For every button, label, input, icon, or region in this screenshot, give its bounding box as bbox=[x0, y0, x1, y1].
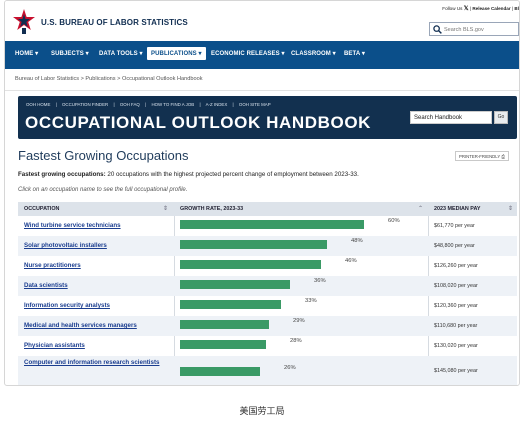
table-row: Medical and health services managers 29% $… bbox=[18, 316, 517, 336]
a-z-index-link[interactable]: A-Z INDEX bbox=[206, 102, 228, 107]
occupation-link[interactable]: Information security analysts bbox=[24, 302, 170, 310]
growth-percent: 29% bbox=[293, 318, 305, 324]
median-pay: $108,020 per year bbox=[434, 283, 478, 289]
ooh-home-link[interactable]: OOH HOME bbox=[26, 102, 50, 107]
growth-bar bbox=[180, 220, 364, 229]
image-caption: 美国劳工局 bbox=[239, 406, 285, 416]
occupation-link[interactable]: Physician assistants bbox=[24, 342, 170, 350]
ooh-subnav: OOH HOME | OCCUPATION FINDER | OOH FAQ |… bbox=[26, 102, 271, 107]
table-row: Physician assistants 28% $130,020 per year bbox=[18, 336, 517, 356]
x-icon[interactable]: 𝕏 bbox=[464, 6, 469, 12]
growth-bar bbox=[180, 320, 269, 329]
nav-economic-releases[interactable]: ECONOMIC RELEASES ▾ bbox=[211, 50, 285, 57]
page-title: Fastest Growing Occupations bbox=[18, 148, 189, 163]
nav-publications[interactable]: PUBLICATIONS ▾ bbox=[147, 47, 206, 60]
occupation-link[interactable]: Computer and information research scient… bbox=[24, 359, 170, 367]
table-row: Solar photovoltaic installers 48% $48,800 … bbox=[18, 236, 517, 256]
growth-bar bbox=[180, 340, 266, 349]
printer-friendly-label: PRINTER-FRIENDLY bbox=[459, 154, 501, 159]
ooh-faq-link[interactable]: OOH FAQ bbox=[120, 102, 140, 107]
summary-text: 20 occupations with the highest projecte… bbox=[105, 171, 359, 178]
occupation-link[interactable]: Solar photovoltaic installers bbox=[24, 242, 170, 250]
nav-subjects[interactable]: SUBJECTS ▾ bbox=[51, 50, 89, 57]
growth-bar bbox=[180, 240, 327, 249]
table-row: Information security analysts 33% $120,360… bbox=[18, 296, 517, 316]
occupation-finder-link[interactable]: OCCUPATION FINDER bbox=[62, 102, 108, 107]
ooh-site-map-link[interactable]: OOH SITE MAP bbox=[239, 102, 271, 107]
occupation-link[interactable]: Data scientists bbox=[24, 282, 170, 290]
divider bbox=[5, 90, 519, 91]
growth-bar bbox=[180, 300, 281, 309]
median-pay: $110,680 per year bbox=[434, 323, 478, 329]
page-summary: Fastest growing occupations: 20 occupati… bbox=[18, 171, 359, 178]
utility-links: Follow Us 𝕏 | Release Calendar | Bl bbox=[442, 6, 519, 12]
site-search[interactable] bbox=[429, 22, 519, 36]
main-nav: HOME ▾ SUBJECTS ▾ DATA TOOLS ▾ PUBLICATI… bbox=[5, 41, 519, 69]
ooh-title[interactable]: OCCUPATIONAL OUTLOOK HANDBOOK bbox=[25, 113, 371, 133]
table-row: Data scientists 36% $108,020 per year bbox=[18, 276, 517, 296]
growth-percent: 48% bbox=[351, 238, 363, 244]
table-header: OCCUPATION ⇕ GROWTH RATE, 2023-33 ⌃ 2023… bbox=[18, 202, 517, 216]
nav-home[interactable]: HOME ▾ bbox=[15, 50, 38, 57]
occupation-link[interactable]: Nurse practitioners bbox=[24, 262, 170, 270]
table-row: Nurse practitioners 46% $126,260 per year bbox=[18, 256, 517, 276]
sort-asc-icon[interactable]: ⌃ bbox=[418, 205, 423, 212]
sort-icon[interactable]: ⇕ bbox=[163, 205, 168, 212]
median-pay: $145,080 per year bbox=[434, 368, 478, 374]
handbook-search-go-button[interactable]: Go bbox=[494, 111, 508, 124]
col-growth-header[interactable]: GROWTH RATE, 2023-33 bbox=[180, 206, 243, 212]
growth-percent: 26% bbox=[284, 365, 296, 371]
median-pay: $120,360 per year bbox=[434, 303, 478, 309]
release-calendar-link[interactable]: Release Calendar bbox=[472, 6, 510, 11]
table-row: Computer and information research scient… bbox=[18, 356, 517, 385]
site-header: U.S. BUREAU OF LABOR STATISTICS Follow U… bbox=[5, 1, 519, 41]
printer-icon: ⎙ bbox=[501, 154, 505, 159]
growth-bar bbox=[180, 280, 290, 289]
search-icon[interactable] bbox=[433, 25, 442, 34]
occupation-link[interactable]: Medical and health services managers bbox=[24, 322, 170, 330]
median-pay: $126,260 per year bbox=[434, 263, 478, 269]
summary-label: Fastest growing occupations: bbox=[18, 171, 106, 178]
growth-bar bbox=[180, 260, 321, 269]
growth-percent: 33% bbox=[305, 298, 317, 304]
occupations-table: OCCUPATION ⇕ GROWTH RATE, 2023-33 ⌃ 2023… bbox=[18, 202, 517, 385]
handbook-search-input[interactable]: Search Handbook bbox=[410, 111, 492, 124]
median-pay: $130,020 per year bbox=[434, 343, 478, 349]
growth-percent: 46% bbox=[345, 258, 357, 264]
nav-data-tools[interactable]: DATA TOOLS ▾ bbox=[99, 50, 143, 57]
median-pay: $48,800 per year bbox=[434, 243, 475, 249]
breadcrumb[interactable]: Bureau of Labor Statistics > Publication… bbox=[15, 76, 203, 82]
printer-friendly-button[interactable]: PRINTER-FRIENDLY ⎙ bbox=[455, 151, 509, 161]
col-pay-header[interactable]: 2023 MEDIAN PAY bbox=[434, 206, 480, 212]
agency-name[interactable]: U.S. BUREAU OF LABOR STATISTICS bbox=[41, 18, 188, 27]
screenshot-frame: U.S. BUREAU OF LABOR STATISTICS Follow U… bbox=[4, 0, 520, 386]
growth-percent: 60% bbox=[388, 218, 400, 224]
bls-star-logo-icon[interactable] bbox=[13, 8, 35, 34]
ooh-banner: OOH HOME | OCCUPATION FINDER | OOH FAQ |… bbox=[18, 96, 517, 139]
growth-percent: 28% bbox=[290, 338, 302, 344]
growth-percent: 36% bbox=[314, 278, 326, 284]
median-pay: $61,770 per year bbox=[434, 223, 475, 229]
nav-beta[interactable]: BETA ▾ bbox=[344, 50, 365, 57]
table-row: Wind turbine service technicians 60% $61,7… bbox=[18, 216, 517, 236]
follow-us-label: Follow Us bbox=[442, 6, 463, 11]
search-input[interactable] bbox=[444, 24, 518, 35]
col-occupation-header[interactable]: OCCUPATION bbox=[24, 206, 59, 212]
sort-icon[interactable]: ⇕ bbox=[508, 205, 513, 212]
hint-text: Click on an occupation name to see the f… bbox=[18, 187, 188, 193]
nav-classroom[interactable]: CLASSROOM ▾ bbox=[291, 50, 336, 57]
growth-bar bbox=[180, 367, 260, 376]
occupation-link[interactable]: Wind turbine service technicians bbox=[24, 222, 170, 230]
blog-link[interactable]: Bl bbox=[514, 6, 519, 11]
how-to-find-a-job-link[interactable]: HOW TO FIND A JOB bbox=[151, 102, 194, 107]
